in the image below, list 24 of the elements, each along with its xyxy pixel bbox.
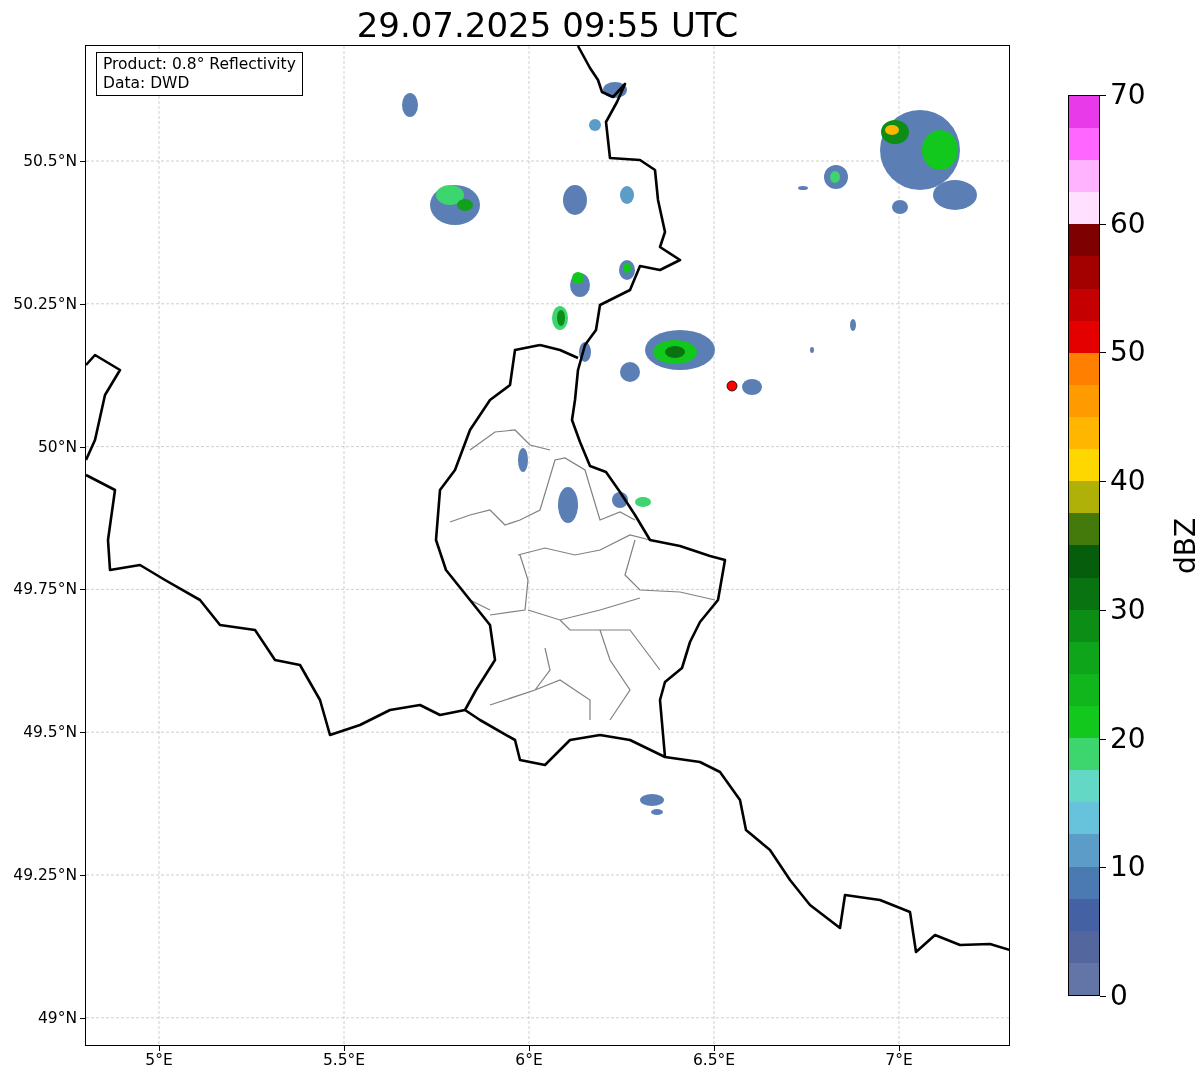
legend-box: Product: 0.8° Reflectivity Data: DWD bbox=[96, 52, 303, 96]
latitude-label: 49.75°N bbox=[13, 580, 77, 599]
colorbar-tick-label: 50 bbox=[1110, 336, 1146, 369]
longitude-label: 5.5°E bbox=[321, 1051, 367, 1069]
latitude-label: 50°N bbox=[37, 437, 77, 456]
longitude-label: 6.5°E bbox=[691, 1051, 737, 1069]
colorbar-label: dBZ bbox=[1170, 517, 1202, 575]
colorbar-tick-label: 40 bbox=[1110, 465, 1146, 498]
colorbar-tick-label: 0 bbox=[1110, 980, 1128, 1012]
longitude-label: 5°E bbox=[144, 1051, 174, 1069]
latitude-label: 49.25°N bbox=[13, 866, 77, 884]
latitude-label: 50.5°N bbox=[23, 152, 77, 170]
radar-site-marker bbox=[726, 380, 738, 392]
latitude-label: 50.25°N bbox=[13, 294, 77, 313]
colorbar-tick-label: 10 bbox=[1110, 851, 1146, 884]
latitude-label: 49°N bbox=[37, 1008, 77, 1027]
chart-title: 29.07.2025 09:55 UTC bbox=[355, 4, 740, 46]
colorbar-tick-label: 20 bbox=[1110, 722, 1146, 755]
longitude-label: 7°E bbox=[884, 1051, 914, 1069]
colorbar-tick-label: 70 bbox=[1110, 79, 1146, 111]
latitude-label: 49.5°N bbox=[23, 723, 77, 742]
longitude-label: 6°E bbox=[514, 1051, 544, 1069]
colorbar-tick-label: 30 bbox=[1110, 593, 1146, 626]
colorbar-tick-label: 60 bbox=[1110, 207, 1146, 240]
